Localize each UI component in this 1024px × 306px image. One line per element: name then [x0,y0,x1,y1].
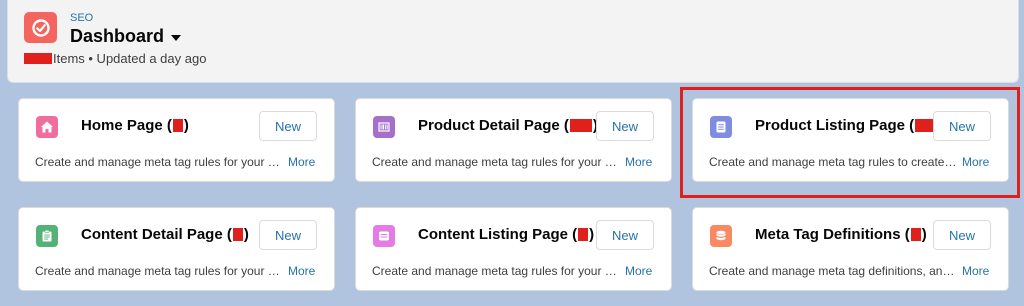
page: SEO Dashboard Items • Updated a day ago … [0,0,1024,306]
page-header: SEO Dashboard Items • Updated a day ago [7,0,1019,83]
chevron-down-icon [171,35,182,41]
more-link[interactable]: More [625,264,652,278]
card-title[interactable]: Product Listing Page ( [755,117,936,134]
new-product-detail-page-button[interactable]: New [596,111,654,141]
redacted-count [172,119,183,132]
card-title-text: Content Listing Page ( [418,226,578,243]
seo-app-icon [24,12,57,43]
card-title-text: Meta Tag Definitions ( [755,226,910,243]
card-title-text: Product Detail Page ( [418,117,569,134]
card-content-listing-page: Content Listing Page () New Create and m… [355,207,672,291]
redacted-count [569,119,592,132]
new-home-page-button[interactable]: New [259,111,317,141]
card-title[interactable]: Meta Tag Definitions () [755,226,927,243]
more-link[interactable]: More [962,264,989,278]
redacted-count [24,53,52,64]
redacted-count [578,228,589,241]
dashboard-status: Items • Updated a day ago [24,51,206,66]
card-title[interactable]: Product Detail Page () [418,117,598,134]
card-product-listing-page: Product Listing Page ( New Create and ma… [692,98,1009,182]
status-text: Items • Updated a day ago [53,51,207,66]
card-title-end: ) [589,226,595,243]
page-title: Dashboard [70,26,165,46]
card-title-end: ) [243,226,249,243]
more-link[interactable]: More [625,155,652,169]
card-description: Create and manage meta tag rules for you… [372,264,620,278]
card-description: Create and manage meta tag rules for you… [35,155,283,169]
new-product-listing-page-button[interactable]: New [933,111,991,141]
card-title[interactable]: Home Page () [81,117,189,134]
card-title[interactable]: Content Listing Page () [418,226,594,243]
new-meta-tag-definition-button[interactable]: New [933,220,991,250]
card-product-detail-page: Product Detail Page () New Create and ma… [355,98,672,182]
barcode-icon [373,116,395,138]
card-description: Create and manage meta tag definitions, … [709,264,957,278]
home-icon [36,116,58,138]
card-description: Create and manage meta tag rules for you… [372,155,620,169]
card-title-text: Content Detail Page ( [81,226,232,243]
redacted-count [232,228,243,241]
more-link[interactable]: More [288,264,315,278]
card-title[interactable]: Content Detail Page () [81,226,249,243]
card-content-detail-page: Content Detail Page () New Create and ma… [18,207,335,291]
redacted-count [910,228,921,241]
new-content-detail-page-button[interactable]: New [259,220,317,250]
card-title-end: ) [921,226,927,243]
app-name: SEO [70,12,94,24]
card-meta-tag-definitions: Meta Tag Definitions () New Create and m… [692,207,1009,291]
card-title-end: ) [183,117,189,134]
more-link[interactable]: More [962,155,989,169]
list-icon [373,225,395,247]
card-title-text: Home Page ( [81,117,172,134]
database-icon [710,225,732,247]
dashboard-selector[interactable]: Dashboard [70,26,182,47]
card-description: Create and manage meta tag rules for you… [35,264,283,278]
clipboard-icon [36,225,58,247]
card-description: Create and manage meta tag rules to crea… [709,155,957,169]
list-icon [710,116,732,138]
new-content-listing-page-button[interactable]: New [596,220,654,250]
card-home-page: Home Page () New Create and manage meta … [18,98,335,182]
card-title-text: Product Listing Page ( [755,117,915,134]
more-link[interactable]: More [288,155,315,169]
